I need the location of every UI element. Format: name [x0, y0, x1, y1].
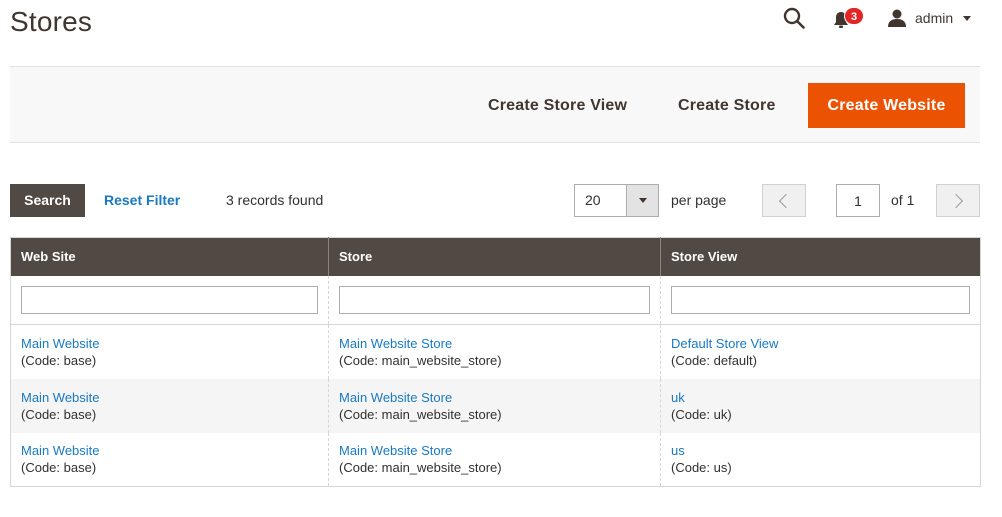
filter-cell: [660, 275, 981, 325]
caret-down-icon: [639, 198, 647, 203]
store-cell: Main Website Store (Code: main_website_s…: [328, 378, 661, 433]
website-code: (Code: base): [21, 406, 97, 422]
current-page-input[interactable]: [836, 184, 880, 217]
search-button[interactable]: Search: [10, 184, 85, 217]
page-actions-bar: Create Store View Create Store Create We…: [10, 66, 980, 143]
table-row: Main Website (Code: base) Main Website S…: [11, 432, 981, 487]
store-view-code: (Code: default): [671, 352, 757, 368]
website-code: (Code: base): [21, 460, 97, 476]
column-header-web-site[interactable]: Web Site: [10, 237, 329, 276]
notifications-button[interactable]: 3: [832, 6, 864, 32]
filter-row: [10, 275, 981, 325]
store-cell: Main Website Store (Code: main_website_s…: [328, 432, 661, 487]
chevron-left-icon: [778, 193, 794, 208]
website-link[interactable]: Main Website: [21, 442, 318, 459]
store-link[interactable]: Main Website Store: [339, 335, 650, 352]
store-link[interactable]: Main Website Store: [339, 389, 650, 406]
store-view-code: (Code: us): [671, 460, 732, 476]
user-menu[interactable]: admin: [887, 6, 972, 30]
grid-header-row: Web Site Store Store View: [10, 237, 981, 276]
store-view-link[interactable]: us: [671, 442, 970, 459]
chevron-right-icon: [948, 193, 964, 208]
column-header-store[interactable]: Store: [328, 237, 661, 276]
store-view-link[interactable]: uk: [671, 389, 970, 406]
per-page-value: 20: [585, 192, 601, 208]
filter-cell: [328, 275, 661, 325]
website-link[interactable]: Main Website: [21, 335, 318, 352]
store-cell: Main Website Store (Code: main_website_s…: [328, 324, 661, 379]
store-view-code: (Code: uk): [671, 406, 732, 422]
website-cell: Main Website (Code: base): [11, 325, 329, 379]
records-found-text: 3 records found: [226, 192, 324, 208]
website-cell: Main Website (Code: base): [10, 378, 329, 433]
search-icon[interactable]: [782, 6, 806, 30]
per-page-label: per page: [671, 192, 727, 208]
store-filter-input[interactable]: [339, 285, 650, 314]
grid-toolbar: Search Reset Filter 3 records found 20 p…: [10, 184, 980, 218]
create-website-button[interactable]: Create Website: [808, 83, 965, 128]
store-view-cell: uk (Code: uk): [660, 378, 981, 433]
store-view-cell: Default Store View (Code: default): [660, 324, 981, 379]
web-site-filter-input[interactable]: [21, 285, 318, 314]
website-cell: Main Website (Code: base): [11, 433, 329, 487]
website-link[interactable]: Main Website: [21, 389, 318, 406]
user-name: admin: [915, 10, 954, 26]
create-store-view-button[interactable]: Create Store View: [474, 83, 641, 128]
page-title: Stores: [10, 6, 93, 37]
user-icon: [888, 9, 906, 27]
header-actions: 3 admin: [742, 0, 1002, 40]
per-page-toggle[interactable]: [626, 185, 658, 216]
per-page-select[interactable]: 20: [574, 184, 659, 217]
table-row: Main Website (Code: base) Main Website S…: [10, 378, 981, 433]
store-code: (Code: main_website_store): [339, 406, 502, 422]
store-view-cell: us (Code: us): [660, 432, 981, 487]
store-view-filter-input[interactable]: [671, 285, 970, 314]
column-header-store-view[interactable]: Store View: [660, 237, 981, 276]
notification-count-badge: 3: [844, 7, 864, 25]
filter-cell: [10, 275, 329, 325]
store-view-link[interactable]: Default Store View: [671, 335, 970, 352]
create-store-button[interactable]: Create Store: [664, 83, 790, 128]
table-row: Main Website (Code: base) Main Website S…: [11, 324, 981, 379]
stores-grid: Web Site Store Store View Main Website (…: [10, 237, 981, 487]
website-code: (Code: base): [21, 352, 97, 368]
reset-filter-link[interactable]: Reset Filter: [104, 184, 180, 217]
previous-page-button[interactable]: [762, 184, 806, 217]
store-code: (Code: main_website_store): [339, 352, 502, 368]
next-page-button[interactable]: [936, 184, 980, 217]
store-link[interactable]: Main Website Store: [339, 442, 650, 459]
caret-down-icon: [963, 15, 972, 21]
store-code: (Code: main_website_store): [339, 460, 502, 476]
total-pages-text: of 1: [891, 192, 915, 208]
